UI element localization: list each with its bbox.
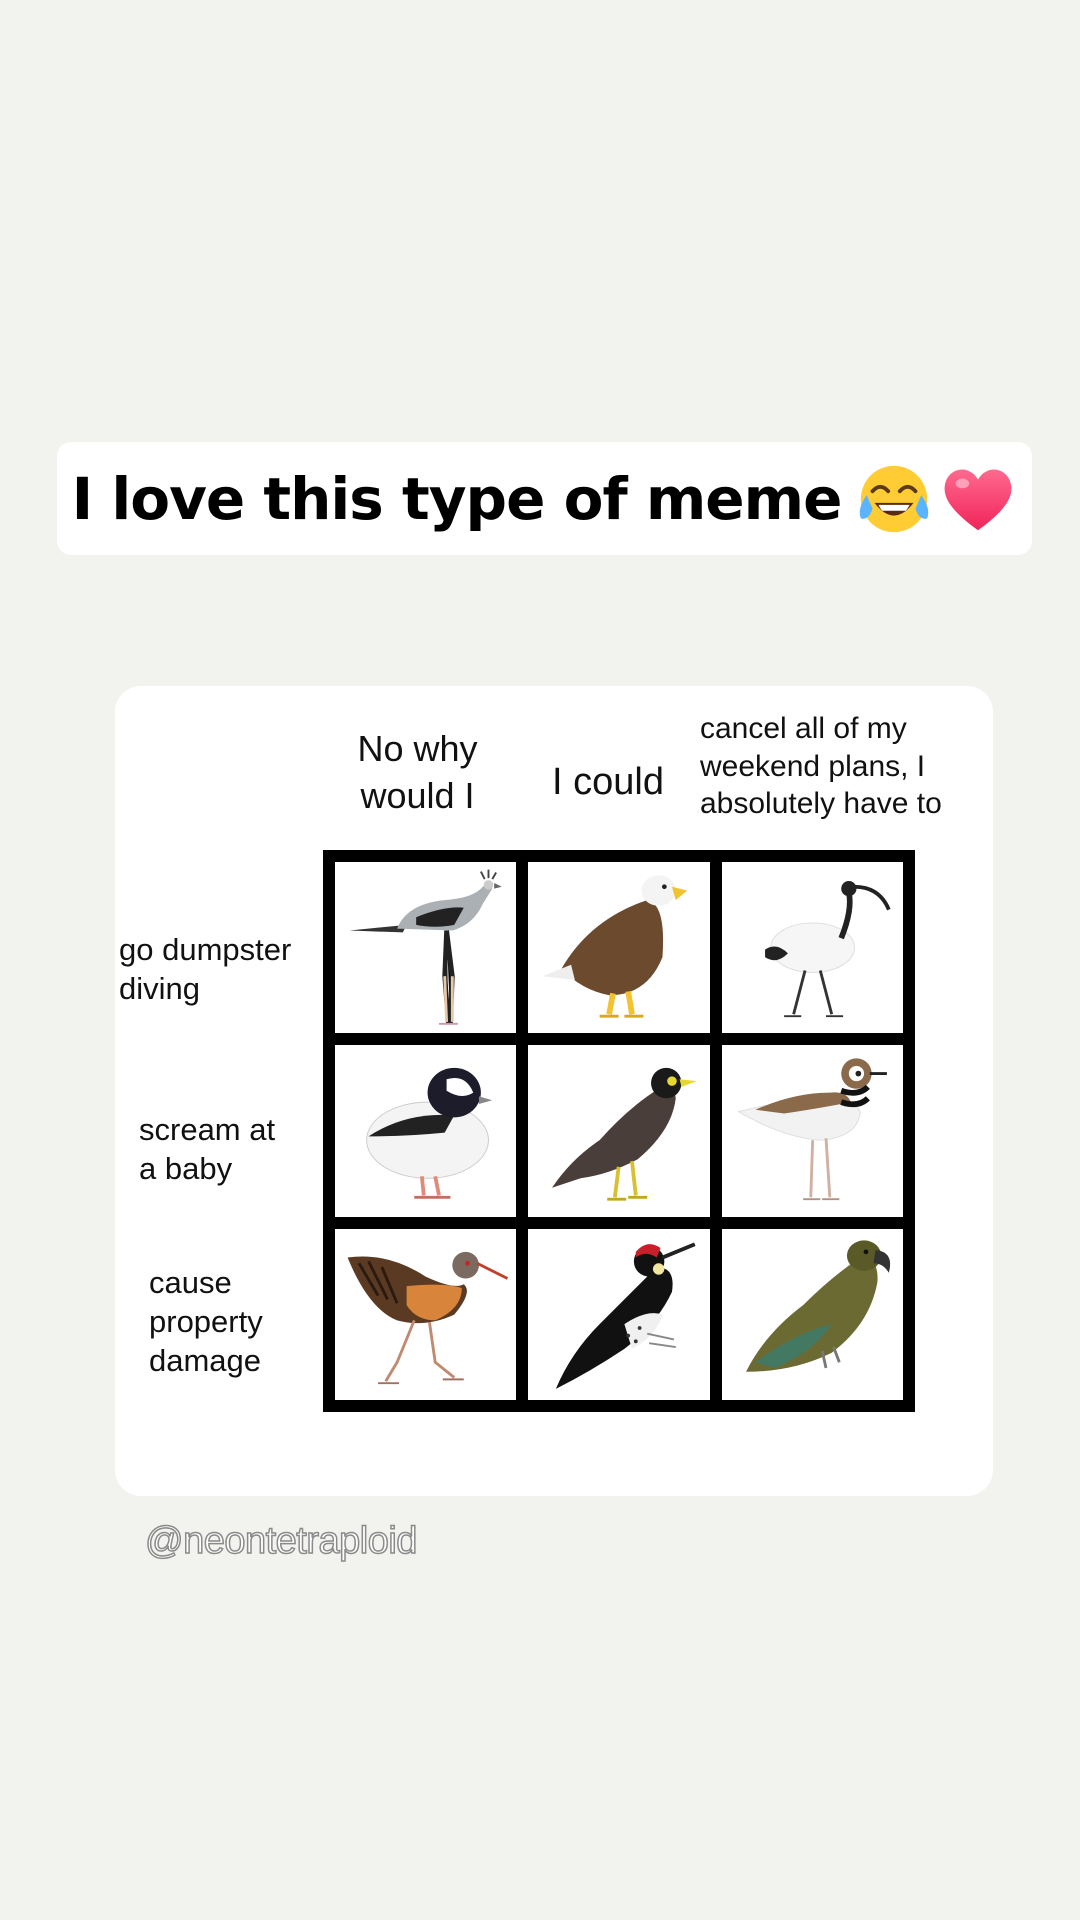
bird-grid	[323, 850, 915, 1412]
meme-image: No why would I I could cancel all of my …	[115, 686, 993, 1496]
column-label-i-could: I could	[533, 758, 683, 807]
caption-banner: I love this type of meme	[57, 442, 1032, 555]
column-label-line: would I	[360, 774, 475, 816]
myna-icon	[552, 1068, 698, 1201]
column-label-line: No why	[357, 728, 478, 769]
grid-cell	[528, 862, 710, 1034]
grid-cell	[335, 1045, 517, 1217]
row-label-line: cause	[149, 1265, 232, 1300]
grid-cell	[721, 862, 903, 1034]
row-label-line: property	[149, 1303, 263, 1339]
bald-eagle-icon	[542, 875, 688, 1018]
column-label-line: absolutely have to	[700, 787, 942, 820]
bufflehead-icon	[366, 1068, 493, 1200]
secretary-bird-icon	[349, 869, 502, 1025]
ibis-icon	[764, 881, 891, 1018]
caption-line: I love this type of meme	[72, 460, 1018, 538]
woodpecker-icon	[556, 1242, 696, 1389]
row-label-line: a baby	[139, 1150, 233, 1186]
column-label-no-why: No why would I	[325, 726, 510, 820]
row-label-line: damage	[149, 1342, 262, 1378]
row-label-dumpster: go dumpster diving	[119, 931, 291, 1009]
watermark: @neontetraploid	[144, 1519, 418, 1563]
grid-cell	[721, 1228, 903, 1400]
rail-icon	[347, 1251, 509, 1384]
tears-of-joy-emoji-icon	[855, 460, 933, 538]
row-label-scream: scream at a baby	[139, 1111, 275, 1189]
row-label-line: scream at	[139, 1112, 276, 1147]
column-label-line: weekend plans, I	[700, 749, 926, 783]
grid-cell	[528, 1045, 710, 1217]
grid-cell	[528, 1228, 710, 1400]
kea-icon	[745, 1240, 890, 1372]
grid-cell	[721, 1045, 903, 1217]
column-label-line: cancel all of my	[700, 712, 907, 745]
grid-cell	[335, 1228, 517, 1400]
caption-text: I love this type of meme	[71, 464, 843, 533]
heart-emoji-icon	[939, 460, 1017, 538]
killdeer-icon	[736, 1058, 887, 1201]
row-label-line: go dumpster	[119, 932, 292, 967]
column-label-line: I could	[552, 761, 664, 803]
row-label-line: diving	[119, 970, 200, 1006]
column-label-cancel-plans: cancel all of my weekend plans, I absolu…	[700, 710, 990, 823]
row-label-property: cause property damage	[149, 1264, 263, 1380]
grid-cell	[335, 862, 517, 1034]
